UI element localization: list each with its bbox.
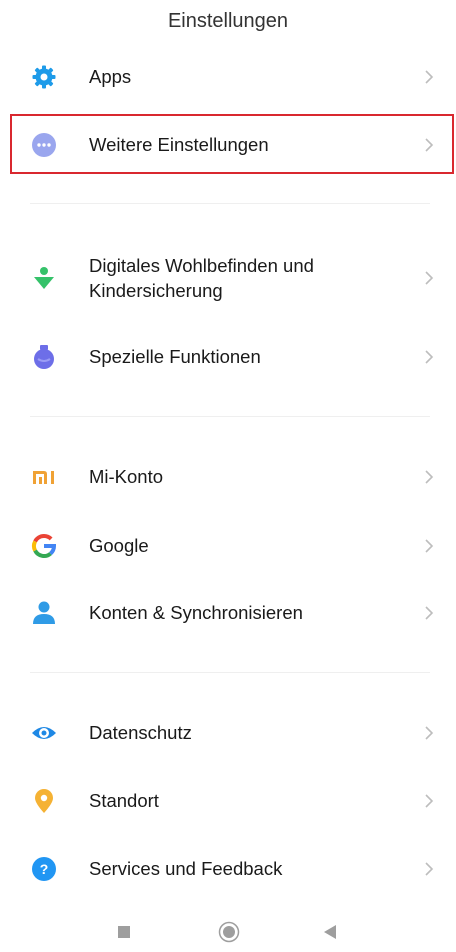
square-icon[interactable] <box>116 924 132 940</box>
chevron-right-icon <box>422 726 436 740</box>
settings-item-google[interactable]: Google <box>0 529 456 563</box>
page-title: Einstellungen <box>167 10 289 32</box>
eye-icon <box>30 719 58 747</box>
settings-item-weitere-einstellungen[interactable]: Weitere Einstellungen <box>0 128 456 162</box>
help-icon: ? <box>30 855 58 883</box>
location-pin-icon <box>30 787 58 815</box>
settings-item-accounts-sync[interactable]: Konten & Synchronisieren <box>0 596 456 630</box>
chevron-right-icon <box>422 606 436 620</box>
settings-item-services-feedback[interactable]: ? Services und Feedback <box>0 852 456 886</box>
settings-item-label: Standort <box>89 790 159 811</box>
mi-logo-icon <box>30 463 58 491</box>
chevron-right-icon <box>422 70 436 84</box>
system-navbar <box>0 912 456 952</box>
settings-item-label: Services und Feedback <box>89 858 283 879</box>
settings-item-label: Spezielle Funktionen <box>89 346 261 367</box>
chevron-right-icon <box>422 862 436 876</box>
settings-item-privacy[interactable]: Datenschutz <box>0 716 456 750</box>
section-divider <box>30 416 430 417</box>
chevron-right-icon <box>422 794 436 808</box>
gear-icon <box>30 63 58 91</box>
chevron-right-icon <box>422 271 436 285</box>
svg-text:?: ? <box>40 861 49 877</box>
settings-item-label: Digitales Wohlbefinden und Kindersicheru… <box>89 255 314 301</box>
settings-item-apps[interactable]: Apps <box>0 60 456 94</box>
settings-item-label: Weitere Einstellungen <box>89 134 269 155</box>
triangle-back-icon[interactable] <box>322 924 338 940</box>
settings-item-label: Apps <box>89 66 132 87</box>
person-icon <box>30 599 58 627</box>
chevron-right-icon <box>422 470 436 484</box>
settings-item-digital-wellbeing[interactable]: Digitales Wohlbefinden und Kindersicheru… <box>0 250 456 306</box>
settings-item-special-features[interactable]: Spezielle Funktionen <box>0 340 456 374</box>
settings-item-label: Google <box>89 535 149 556</box>
settings-item-location[interactable]: Standort <box>0 784 456 818</box>
settings-item-label: Konten & Synchronisieren <box>89 602 303 623</box>
settings-item-label: Datenschutz <box>89 722 192 743</box>
section-divider <box>30 672 430 673</box>
google-g-icon <box>30 532 58 560</box>
settings-item-label: Mi-Konto <box>89 466 164 487</box>
chevron-right-icon <box>422 138 436 152</box>
settings-item-mi-account[interactable]: Mi-Konto <box>0 460 456 494</box>
wellbeing-icon <box>30 264 58 292</box>
chevron-right-icon <box>422 539 436 553</box>
flask-icon <box>30 343 58 371</box>
more-dots-icon <box>30 131 58 159</box>
circle-home-icon[interactable] <box>218 921 240 943</box>
chevron-right-icon <box>422 350 436 364</box>
section-divider <box>30 203 430 204</box>
